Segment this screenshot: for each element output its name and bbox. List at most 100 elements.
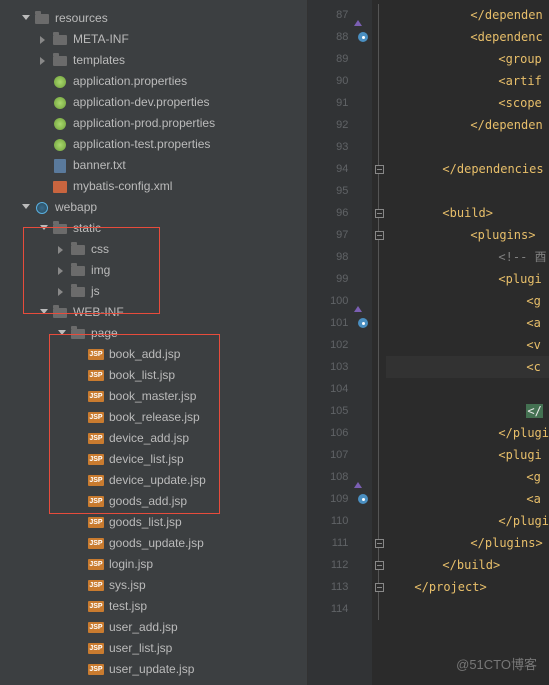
code-line[interactable]: <plugi bbox=[386, 444, 549, 466]
code-line[interactable]: <group bbox=[386, 48, 549, 70]
fold-cell bbox=[372, 400, 386, 422]
tree-row[interactable]: JSPbook_master.jsp bbox=[0, 386, 307, 407]
tree-row[interactable]: JSPgoods_list.jsp bbox=[0, 512, 307, 533]
code-line[interactable]: </dependen bbox=[386, 4, 549, 26]
code-content[interactable]: </dependen<dependenc<group<artif<scope</… bbox=[386, 0, 549, 685]
tree-row[interactable]: JSPtest.jsp bbox=[0, 596, 307, 617]
code-line[interactable]: </dependencies bbox=[386, 158, 549, 180]
tree-row[interactable]: JSPuser_add.jsp bbox=[0, 617, 307, 638]
jsp-icon: JSP bbox=[88, 410, 104, 426]
code-line[interactable]: </project> bbox=[386, 576, 549, 598]
tree-row[interactable]: application.properties bbox=[0, 71, 307, 92]
override-circle-icon[interactable] bbox=[358, 494, 368, 504]
fold-toggle-icon[interactable] bbox=[375, 539, 384, 548]
tree-row[interactable]: JSPsys.jsp bbox=[0, 575, 307, 596]
code-line[interactable]: </plugi bbox=[386, 422, 549, 444]
expand-arrow-icon[interactable] bbox=[22, 15, 30, 23]
expand-arrow-icon[interactable] bbox=[58, 267, 66, 275]
tree-row[interactable]: webapp bbox=[0, 197, 307, 218]
code-line[interactable]: <build> bbox=[386, 202, 549, 224]
implements-arrow-icon[interactable] bbox=[354, 306, 362, 312]
tree-row[interactable]: JSPdevice_update.jsp bbox=[0, 470, 307, 491]
tree-row[interactable]: JSPdevice_list.jsp bbox=[0, 449, 307, 470]
fold-toggle-icon[interactable] bbox=[375, 561, 384, 570]
code-line[interactable] bbox=[386, 378, 549, 400]
code-line[interactable]: <a bbox=[386, 488, 549, 510]
gutter-icon-cell bbox=[354, 92, 372, 114]
code-line[interactable]: </dependen bbox=[386, 114, 549, 136]
line-number: 111 bbox=[308, 532, 354, 554]
expand-arrow-icon[interactable] bbox=[58, 246, 66, 254]
code-line[interactable]: <v bbox=[386, 334, 549, 356]
tree-row[interactable]: JSPbook_add.jsp bbox=[0, 344, 307, 365]
expand-arrow-icon[interactable] bbox=[40, 309, 48, 317]
tree-row[interactable]: JSPuser_update.jsp bbox=[0, 659, 307, 680]
implements-arrow-icon[interactable] bbox=[354, 20, 362, 26]
code-line[interactable]: </build> bbox=[386, 554, 549, 576]
tree-row[interactable]: JSPbook_release.jsp bbox=[0, 407, 307, 428]
tree-row[interactable]: JSPgoods_add.jsp bbox=[0, 491, 307, 512]
code-line[interactable]: </plugi bbox=[386, 510, 549, 532]
tree-row[interactable]: page bbox=[0, 323, 307, 344]
tree-row[interactable]: WEB-INF bbox=[0, 302, 307, 323]
line-number: 97 bbox=[308, 224, 354, 246]
fold-toggle-icon[interactable] bbox=[375, 209, 384, 218]
fold-toggle-icon[interactable] bbox=[375, 165, 384, 174]
tree-item-label: page bbox=[91, 323, 118, 344]
tree-row[interactable]: JSPbook_list.jsp bbox=[0, 365, 307, 386]
folder-icon bbox=[52, 32, 68, 48]
code-line[interactable]: <plugi bbox=[386, 268, 549, 290]
expand-arrow-icon[interactable] bbox=[40, 36, 48, 44]
fold-toggle-icon[interactable] bbox=[375, 231, 384, 240]
code-line[interactable]: <g bbox=[386, 466, 549, 488]
code-line[interactable]: <!-- 酉 bbox=[386, 246, 549, 268]
tree-row[interactable]: banner.txt bbox=[0, 155, 307, 176]
expand-arrow-icon[interactable] bbox=[40, 225, 48, 233]
tree-row[interactable]: static bbox=[0, 218, 307, 239]
tree-row[interactable]: application-test.properties bbox=[0, 134, 307, 155]
implements-arrow-icon[interactable] bbox=[354, 482, 362, 488]
tree-row[interactable]: resources bbox=[0, 8, 307, 29]
gutter-icon-cell bbox=[354, 598, 372, 620]
code-line[interactable]: <artif bbox=[386, 70, 549, 92]
line-number: 107 bbox=[308, 444, 354, 466]
code-line[interactable] bbox=[386, 136, 549, 158]
properties-icon bbox=[52, 116, 68, 132]
expand-arrow-icon[interactable] bbox=[22, 204, 30, 212]
tree-row[interactable]: application-prod.properties bbox=[0, 113, 307, 134]
tree-item-label: login.jsp bbox=[109, 554, 153, 575]
code-line[interactable]: <dependenc bbox=[386, 26, 549, 48]
tree-row[interactable]: templates bbox=[0, 50, 307, 71]
code-line[interactable]: <g bbox=[386, 290, 549, 312]
tree-row[interactable]: css bbox=[0, 239, 307, 260]
code-line[interactable]: </ bbox=[386, 400, 549, 422]
tree-row[interactable]: JSPdevice_add.jsp bbox=[0, 428, 307, 449]
code-line[interactable] bbox=[386, 180, 549, 202]
code-line[interactable]: <a bbox=[386, 312, 549, 334]
tree-item-label: webapp bbox=[55, 197, 97, 218]
tree-row[interactable]: application-dev.properties bbox=[0, 92, 307, 113]
code-line[interactable] bbox=[386, 598, 549, 620]
expand-arrow-icon[interactable] bbox=[58, 288, 66, 296]
tree-row[interactable]: JSPuser_list.jsp bbox=[0, 638, 307, 659]
line-number: 113 bbox=[308, 576, 354, 598]
jsp-icon: JSP bbox=[88, 557, 104, 573]
override-circle-icon[interactable] bbox=[358, 318, 368, 328]
fold-cell bbox=[372, 422, 386, 444]
line-number: 105 bbox=[308, 400, 354, 422]
gutter-icon-cell bbox=[354, 136, 372, 158]
tree-row[interactable]: js bbox=[0, 281, 307, 302]
code-line[interactable]: </plugins> bbox=[386, 532, 549, 554]
code-line[interactable]: <plugins> bbox=[386, 224, 549, 246]
code-line[interactable]: <c bbox=[386, 356, 549, 378]
expand-arrow-icon[interactable] bbox=[58, 330, 66, 338]
expand-arrow-icon[interactable] bbox=[40, 57, 48, 65]
tree-row[interactable]: img bbox=[0, 260, 307, 281]
tree-row[interactable]: JSPgoods_update.jsp bbox=[0, 533, 307, 554]
tree-row[interactable]: META-INF bbox=[0, 29, 307, 50]
override-circle-icon[interactable] bbox=[358, 32, 368, 42]
fold-toggle-icon[interactable] bbox=[375, 583, 384, 592]
tree-row[interactable]: JSP login.jsp bbox=[0, 554, 307, 575]
tree-row[interactable]: mybatis-config.xml bbox=[0, 176, 307, 197]
code-line[interactable]: <scope bbox=[386, 92, 549, 114]
